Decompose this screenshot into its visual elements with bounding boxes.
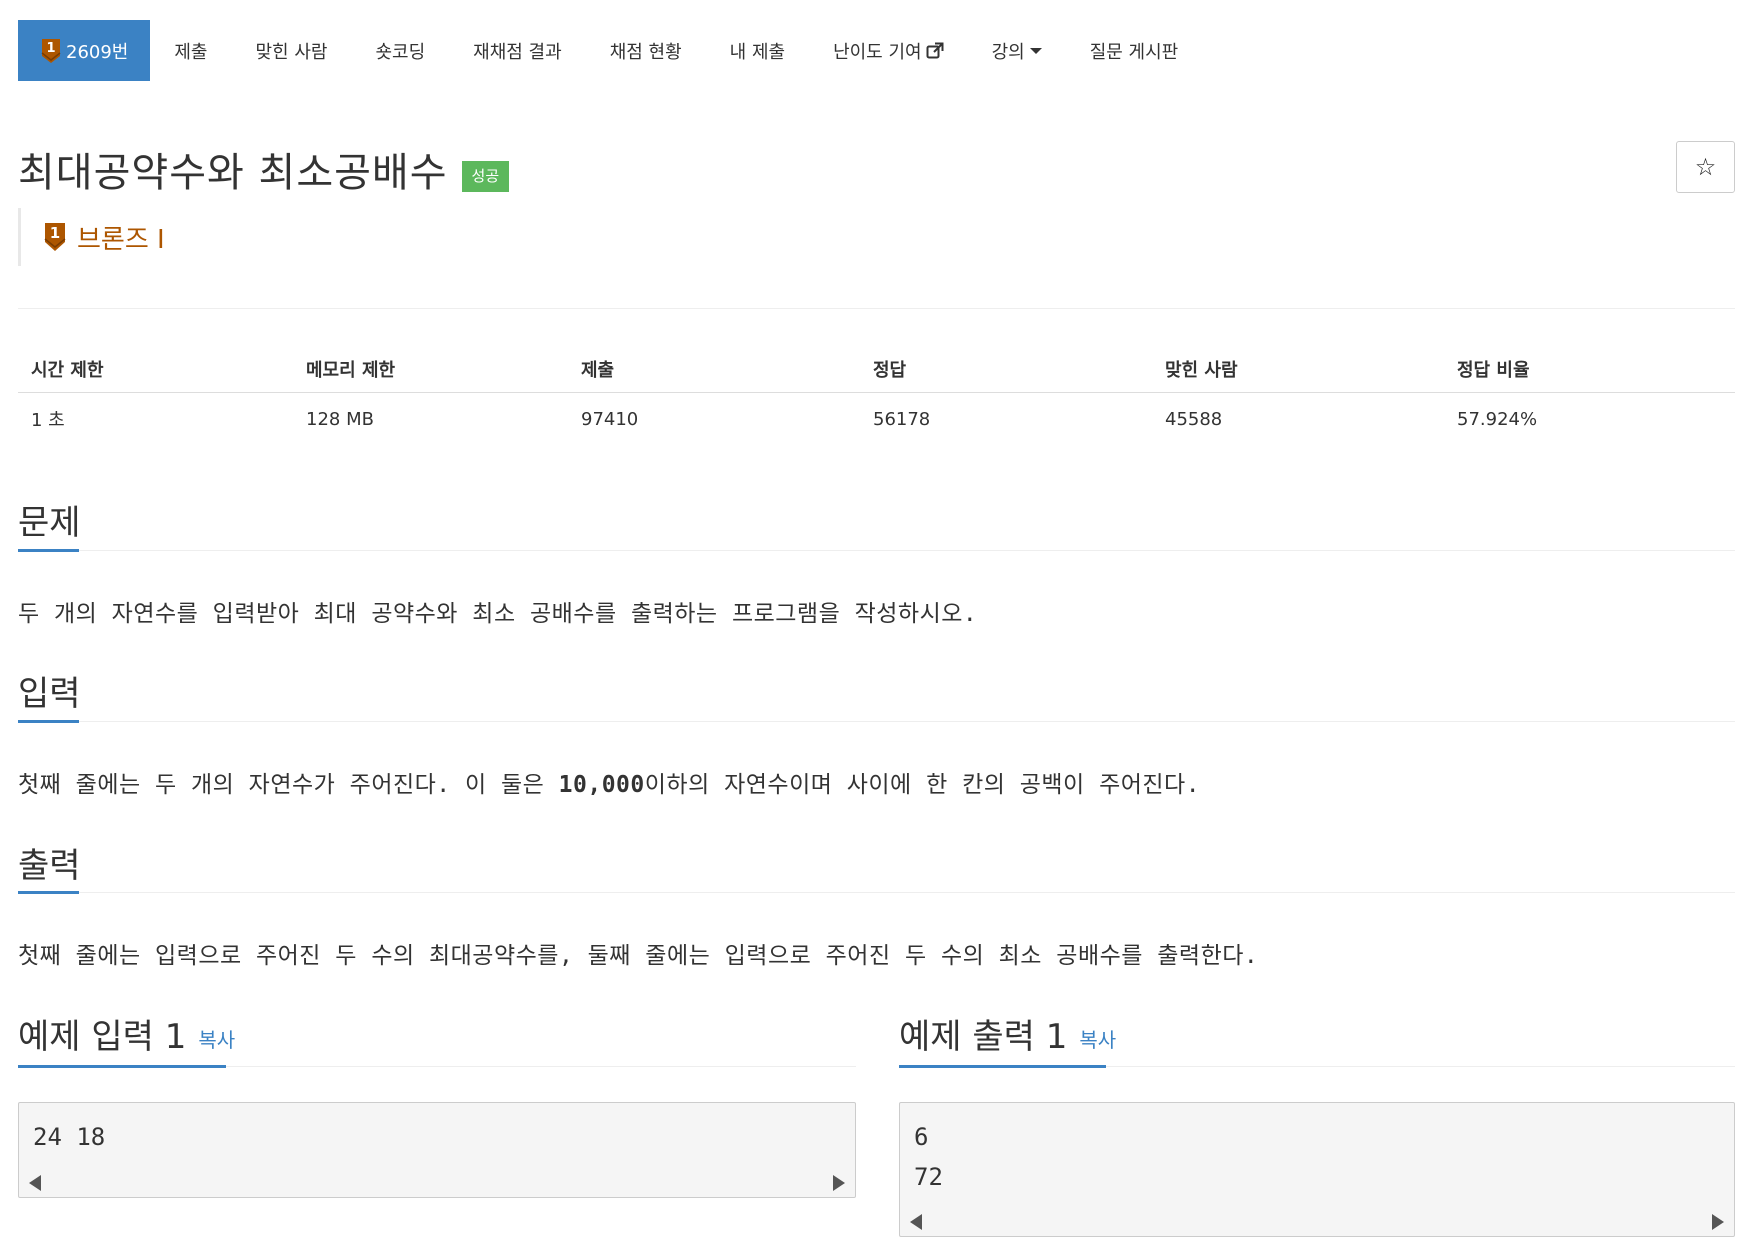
sample-output-content: 6 72 — [914, 1123, 943, 1191]
favorite-star-button[interactable]: ☆ — [1676, 141, 1735, 193]
divider — [18, 892, 1735, 893]
input-text-after: 이하의 자연수이며 사이에 한 칸의 공백이 주어진다. — [644, 772, 1201, 798]
stats-submissions: 97410 — [581, 408, 639, 430]
bronze-tier-icon: 1 — [43, 222, 67, 252]
stats-table: 시간 제한 메모리 제한 제출 정답 맞힌 사람 정답 비율 1 초 128 M… — [18, 345, 1735, 445]
section-heading-output: 출력 — [18, 846, 81, 886]
sample-input-heading: 예제 입력 1 복사 — [18, 1009, 235, 1058]
input-text: 첫째 줄에는 두 개의 자연수가 주어진다. 이 둘은 10,000이하의 자연… — [18, 765, 1200, 799]
nav-tab-difficulty-contribution[interactable]: 난이도 기여 — [809, 20, 968, 81]
sample-output-box: 6 72 — [899, 1102, 1735, 1237]
nav-lectures-label: 강의 — [991, 41, 1025, 63]
nav-tab-solvers[interactable]: 맞힌 사람 — [232, 20, 352, 81]
horizontal-scrollbar[interactable] — [900, 1206, 1734, 1236]
title-row: 최대공약수와 최소공배수 성공 — [18, 140, 510, 198]
section-heading-input: 입력 — [18, 674, 81, 714]
scroll-left-icon[interactable] — [910, 1214, 922, 1230]
section-underline — [18, 549, 79, 552]
stats-accepted: 56178 — [873, 408, 931, 430]
nav-difficulty-label: 난이도 기여 — [833, 41, 922, 63]
input-text-before: 첫째 줄에는 두 개의 자연수가 주어진다. 이 둘은 — [18, 772, 559, 798]
divider — [18, 550, 1735, 551]
stats-ratio: 57.924% — [1457, 408, 1538, 430]
scroll-left-icon[interactable] — [29, 1175, 41, 1191]
section-underline — [18, 720, 79, 723]
nav-tab-problem[interactable]: 1 2609번 — [18, 20, 151, 81]
sample-output-title: 예제 출력 1 — [899, 1017, 1068, 1057]
nav-tab-lectures[interactable]: 강의 — [968, 20, 1066, 81]
stats-header-submissions: 제출 — [581, 359, 615, 381]
problem-nav: 1 2609번 제출 맞힌 사람 숏코딩 재채점 결과 채점 현황 내 제출 난… — [18, 20, 1202, 81]
section-underline — [899, 1065, 1106, 1068]
external-link-icon — [926, 42, 944, 60]
nav-tab-rejudge[interactable]: 재채점 결과 — [449, 20, 586, 81]
nav-tab-submit[interactable]: 제출 — [150, 20, 231, 81]
bronze-tier-icon: 1 — [40, 38, 62, 64]
problem-title: 최대공약수와 최소공배수 — [18, 150, 448, 196]
output-text: 첫째 줄에는 입력으로 주어진 두 수의 최대공약수를, 둘째 줄에는 입력으로… — [18, 943, 1259, 969]
stats-header-accepted: 정답 — [873, 359, 907, 381]
divider — [18, 308, 1735, 309]
nav-tab-short-coding[interactable]: 숏코딩 — [351, 20, 449, 81]
copy-sample-input-button[interactable]: 복사 — [198, 1028, 235, 1052]
sample-input-title: 예제 입력 1 — [18, 1017, 187, 1057]
description-text: 두 개의 자연수를 입력받아 최대 공약수와 최소 공배수를 출력하는 프로그램… — [18, 601, 978, 627]
section-heading-description: 문제 — [18, 503, 81, 543]
sample-input-box: 24 18 — [18, 1102, 856, 1198]
stats-memory-limit: 128 MB — [306, 408, 374, 430]
stats-time-limit: 1 초 — [31, 410, 65, 431]
stats-header-memory-limit: 메모리 제한 — [306, 359, 396, 381]
nav-tab-qna-board[interactable]: 질문 게시판 — [1066, 20, 1203, 81]
stats-value-row: 1 초 128 MB 97410 56178 45588 57.924% — [18, 393, 1735, 445]
horizontal-scrollbar[interactable] — [19, 1167, 855, 1197]
sample-input-content: 24 18 — [33, 1123, 106, 1151]
stats-solvers: 45588 — [1165, 408, 1223, 430]
svg-text:1: 1 — [50, 224, 60, 242]
tier-block: 1 브론즈 I — [18, 208, 165, 266]
copy-sample-output-button[interactable]: 복사 — [1079, 1028, 1116, 1052]
tier-label[interactable]: 브론즈 I — [77, 219, 165, 256]
nav-tab-status[interactable]: 채점 현황 — [586, 20, 706, 81]
section-underline — [18, 891, 79, 894]
stats-header-row: 시간 제한 메모리 제한 제출 정답 맞힌 사람 정답 비율 — [18, 345, 1735, 393]
divider — [18, 721, 1735, 722]
scroll-right-icon[interactable] — [833, 1175, 845, 1191]
stats-header-solvers: 맞힌 사람 — [1165, 359, 1238, 381]
scroll-right-icon[interactable] — [1712, 1214, 1724, 1230]
stats-header-ratio: 정답 비율 — [1457, 359, 1530, 381]
section-underline — [18, 1065, 226, 1068]
nav-tab-my-submissions[interactable]: 내 제출 — [706, 20, 809, 81]
stats-header-time-limit: 시간 제한 — [31, 359, 104, 381]
result-badge: 성공 — [461, 160, 510, 192]
input-text-bold: 10,000 — [558, 772, 645, 798]
svg-text:1: 1 — [46, 41, 55, 56]
nav-problem-number: 2609번 — [66, 41, 129, 63]
star-icon: ☆ — [1694, 153, 1717, 181]
sample-output-heading: 예제 출력 1 복사 — [899, 1009, 1116, 1058]
caret-down-icon — [1029, 47, 1042, 54]
